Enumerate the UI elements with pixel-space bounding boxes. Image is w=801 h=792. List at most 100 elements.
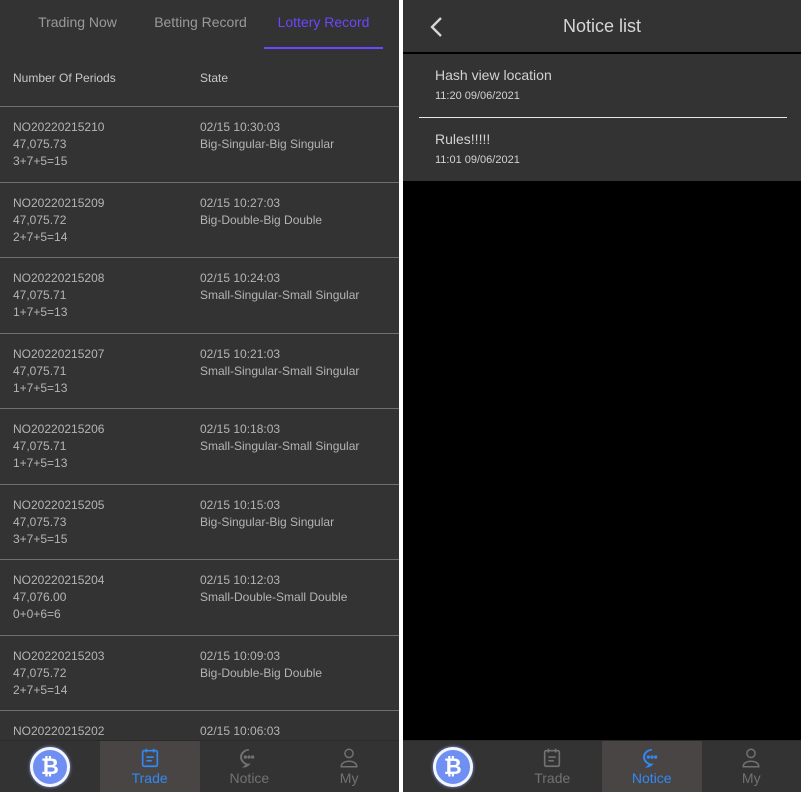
table-row: NO20220215207 47,075.71 1+7+5=13 02/15 10:2… xyxy=(0,334,399,409)
table-row: NO20220215209 47,075.72 2+7+5=14 02/15 10:2… xyxy=(0,183,399,258)
draw-state: Small-Singular-Small Singular xyxy=(200,288,360,302)
period-sum: 3+7+5=15 xyxy=(13,531,68,546)
chevron-left-icon[interactable] xyxy=(427,14,447,40)
draw-time: 02/15 10:18:03 xyxy=(200,422,281,436)
period-sum: 3+7+5=15 xyxy=(13,154,68,168)
period-sum: 1+7+5=13 xyxy=(13,380,68,395)
header-state: State xyxy=(200,71,229,85)
bitcoin-icon: ₿ xyxy=(29,746,70,787)
draw-time: 02/15 10:27:03 xyxy=(200,195,281,210)
period-cell: NO20220215204 47,076.00 0+0+6=6 xyxy=(0,572,200,635)
notice-item[interactable]: Hash view location 11:20 09/06/2021 xyxy=(419,54,787,117)
draw-time: 02/15 10:21:03 xyxy=(200,346,281,361)
lottery-record-list: NO20220215210 47,075.73 3+7+5=15 02/15 10:3… xyxy=(0,107,399,787)
nav-my[interactable]: My xyxy=(299,741,399,792)
record-tabs: Trading Now Betting Record Lottery Recor… xyxy=(0,0,399,50)
nav-my[interactable]: My xyxy=(702,741,801,792)
period-sum: 0+0+6=6 xyxy=(13,607,61,621)
period-cell: NO20220215207 47,075.71 1+7+5=13 xyxy=(0,346,200,409)
tab-lottery-record[interactable]: Lottery Record xyxy=(262,0,385,50)
nav-my-label: My xyxy=(339,770,359,786)
period-cell: NO20220215208 47,075.71 1+7+5=13 xyxy=(0,270,200,333)
period-cell: NO20220215203 47,075.72 2+7+5=14 xyxy=(0,648,200,711)
draw-state: Big-Singular-Big Singular xyxy=(200,514,335,529)
nav-notice-label: Notice xyxy=(229,770,270,786)
draw-state: Big-Double-Big Double xyxy=(200,212,323,227)
nav-logo[interactable]: ₿ xyxy=(403,741,503,792)
table-row: NO20220215203 47,075.72 2+7+5=14 02/15 10:0… xyxy=(0,636,399,711)
period-price: 47,075.73 xyxy=(13,137,67,151)
nav-trade[interactable]: Trade xyxy=(503,741,603,792)
table-row: NO20220215210 47,075.73 3+7+5=15 02/15 10:3… xyxy=(0,107,399,183)
table-row: NO20220215204 47,076.00 0+0+6=6 02/15 10:12… xyxy=(0,560,399,636)
state-cell: 02/15 10:18:03 Small-Singular-Small Singu… xyxy=(200,421,399,484)
period-cell: NO20220215206 47,075.71 1+7+5=13 xyxy=(0,421,200,484)
header-number-of-periods: Number Of Periods xyxy=(13,71,116,85)
period-number: NO20220215205 xyxy=(13,497,105,512)
draw-time: 02/15 10:06:03 xyxy=(200,724,281,738)
draw-time: 02/15 10:12:03 xyxy=(200,573,281,587)
bitcoin-icon: ₿ xyxy=(432,746,473,787)
period-price: 47,075.72 xyxy=(13,212,67,227)
chat-bubble-icon xyxy=(642,749,658,768)
period-number: NO20220215210 xyxy=(13,120,105,134)
period-price: 47,075.72 xyxy=(13,665,67,680)
draw-state: Big-Double-Big Double xyxy=(200,665,323,680)
period-number: NO20220215207 xyxy=(13,346,105,361)
chat-bubble-icon xyxy=(240,749,255,768)
period-price: 47,075.71 xyxy=(13,363,67,378)
nav-notice[interactable]: Notice xyxy=(602,741,702,792)
bottom-nav: ₿ Trade Notice My xyxy=(0,740,399,792)
period-sum: 1+7+5=13 xyxy=(13,305,68,319)
notice-time: 11:20 09/06/2021 xyxy=(435,90,520,102)
notice-list-screen: Notice list Hash view location 11:20 09/… xyxy=(403,0,801,792)
calendar-icon xyxy=(544,748,561,768)
period-number: NO20220215206 xyxy=(13,422,105,436)
notice-list: Hash view location 11:20 09/06/2021 Rule… xyxy=(403,54,801,181)
draw-state: Big-Singular-Big Singular xyxy=(200,137,335,151)
notice-title: Hash view location xyxy=(435,67,552,83)
period-number: NO20220215203 xyxy=(13,648,105,663)
calendar-icon xyxy=(141,748,158,768)
period-number: NO20220215202 xyxy=(13,724,105,738)
notice-header: Notice list xyxy=(403,0,801,54)
period-cell: NO20220215210 47,075.73 3+7+5=15 xyxy=(0,119,200,182)
user-icon xyxy=(340,748,358,768)
period-cell: NO20220215205 47,075.73 3+7+5=15 xyxy=(0,497,200,560)
state-cell: 02/15 10:24:03 Small-Singular-Small Singu… xyxy=(200,270,399,333)
table-row: NO20220215205 47,075.73 3+7+5=15 02/15 10:1… xyxy=(0,485,399,560)
draw-time: 02/15 10:24:03 xyxy=(200,271,281,285)
notice-time: 11:01 09/06/2021 xyxy=(435,154,520,166)
user-icon xyxy=(742,748,760,768)
state-cell: 02/15 10:09:03 Big-Double-Big Double xyxy=(200,648,399,711)
period-sum: 2+7+5=14 xyxy=(13,682,68,697)
nav-notice[interactable]: Notice xyxy=(200,741,300,792)
draw-time: 02/15 10:15:03 xyxy=(200,497,281,512)
nav-logo[interactable]: ₿ xyxy=(0,741,100,792)
draw-state: Small-Singular-Small Singular xyxy=(200,363,360,378)
draw-state: Small-Singular-Small Singular xyxy=(200,439,360,453)
notice-item[interactable]: Rules!!!!! 11:01 09/06/2021 xyxy=(419,117,787,181)
draw-time: 02/15 10:30:03 xyxy=(200,120,281,134)
lottery-record-screen: Trading Now Betting Record Lottery Recor… xyxy=(0,0,399,792)
period-price: 47,075.71 xyxy=(13,439,67,453)
period-number: NO20220215209 xyxy=(13,195,105,210)
draw-time: 02/15 10:09:03 xyxy=(200,648,281,663)
table-row: NO20220215206 47,075.71 1+7+5=13 02/15 10:1… xyxy=(0,409,399,485)
table-row: NO20220215208 47,075.71 1+7+5=13 02/15 10:2… xyxy=(0,258,399,334)
period-number: NO20220215204 xyxy=(13,573,105,587)
nav-trade-label: Trade xyxy=(131,770,168,786)
period-cell: NO20220215209 47,075.72 2+7+5=14 xyxy=(0,195,200,258)
state-cell: 02/15 10:12:03 Small-Double-Small Double xyxy=(200,572,399,635)
table-header: Number Of Periods State xyxy=(0,50,399,107)
period-sum: 2+7+5=14 xyxy=(13,229,68,244)
nav-trade[interactable]: Trade xyxy=(99,741,200,792)
period-number: NO20220215208 xyxy=(13,271,105,285)
period-sum: 1+7+5=13 xyxy=(13,456,68,470)
state-cell: 02/15 10:15:03 Big-Singular-Big Singular xyxy=(200,497,399,560)
period-price: 47,076.00 xyxy=(13,590,67,604)
tab-betting-record[interactable]: Betting Record xyxy=(139,0,262,50)
nav-trade-label: Trade xyxy=(534,770,571,786)
notice-title: Rules!!!!! xyxy=(435,131,491,147)
tab-trading-now[interactable]: Trading Now xyxy=(16,0,139,50)
